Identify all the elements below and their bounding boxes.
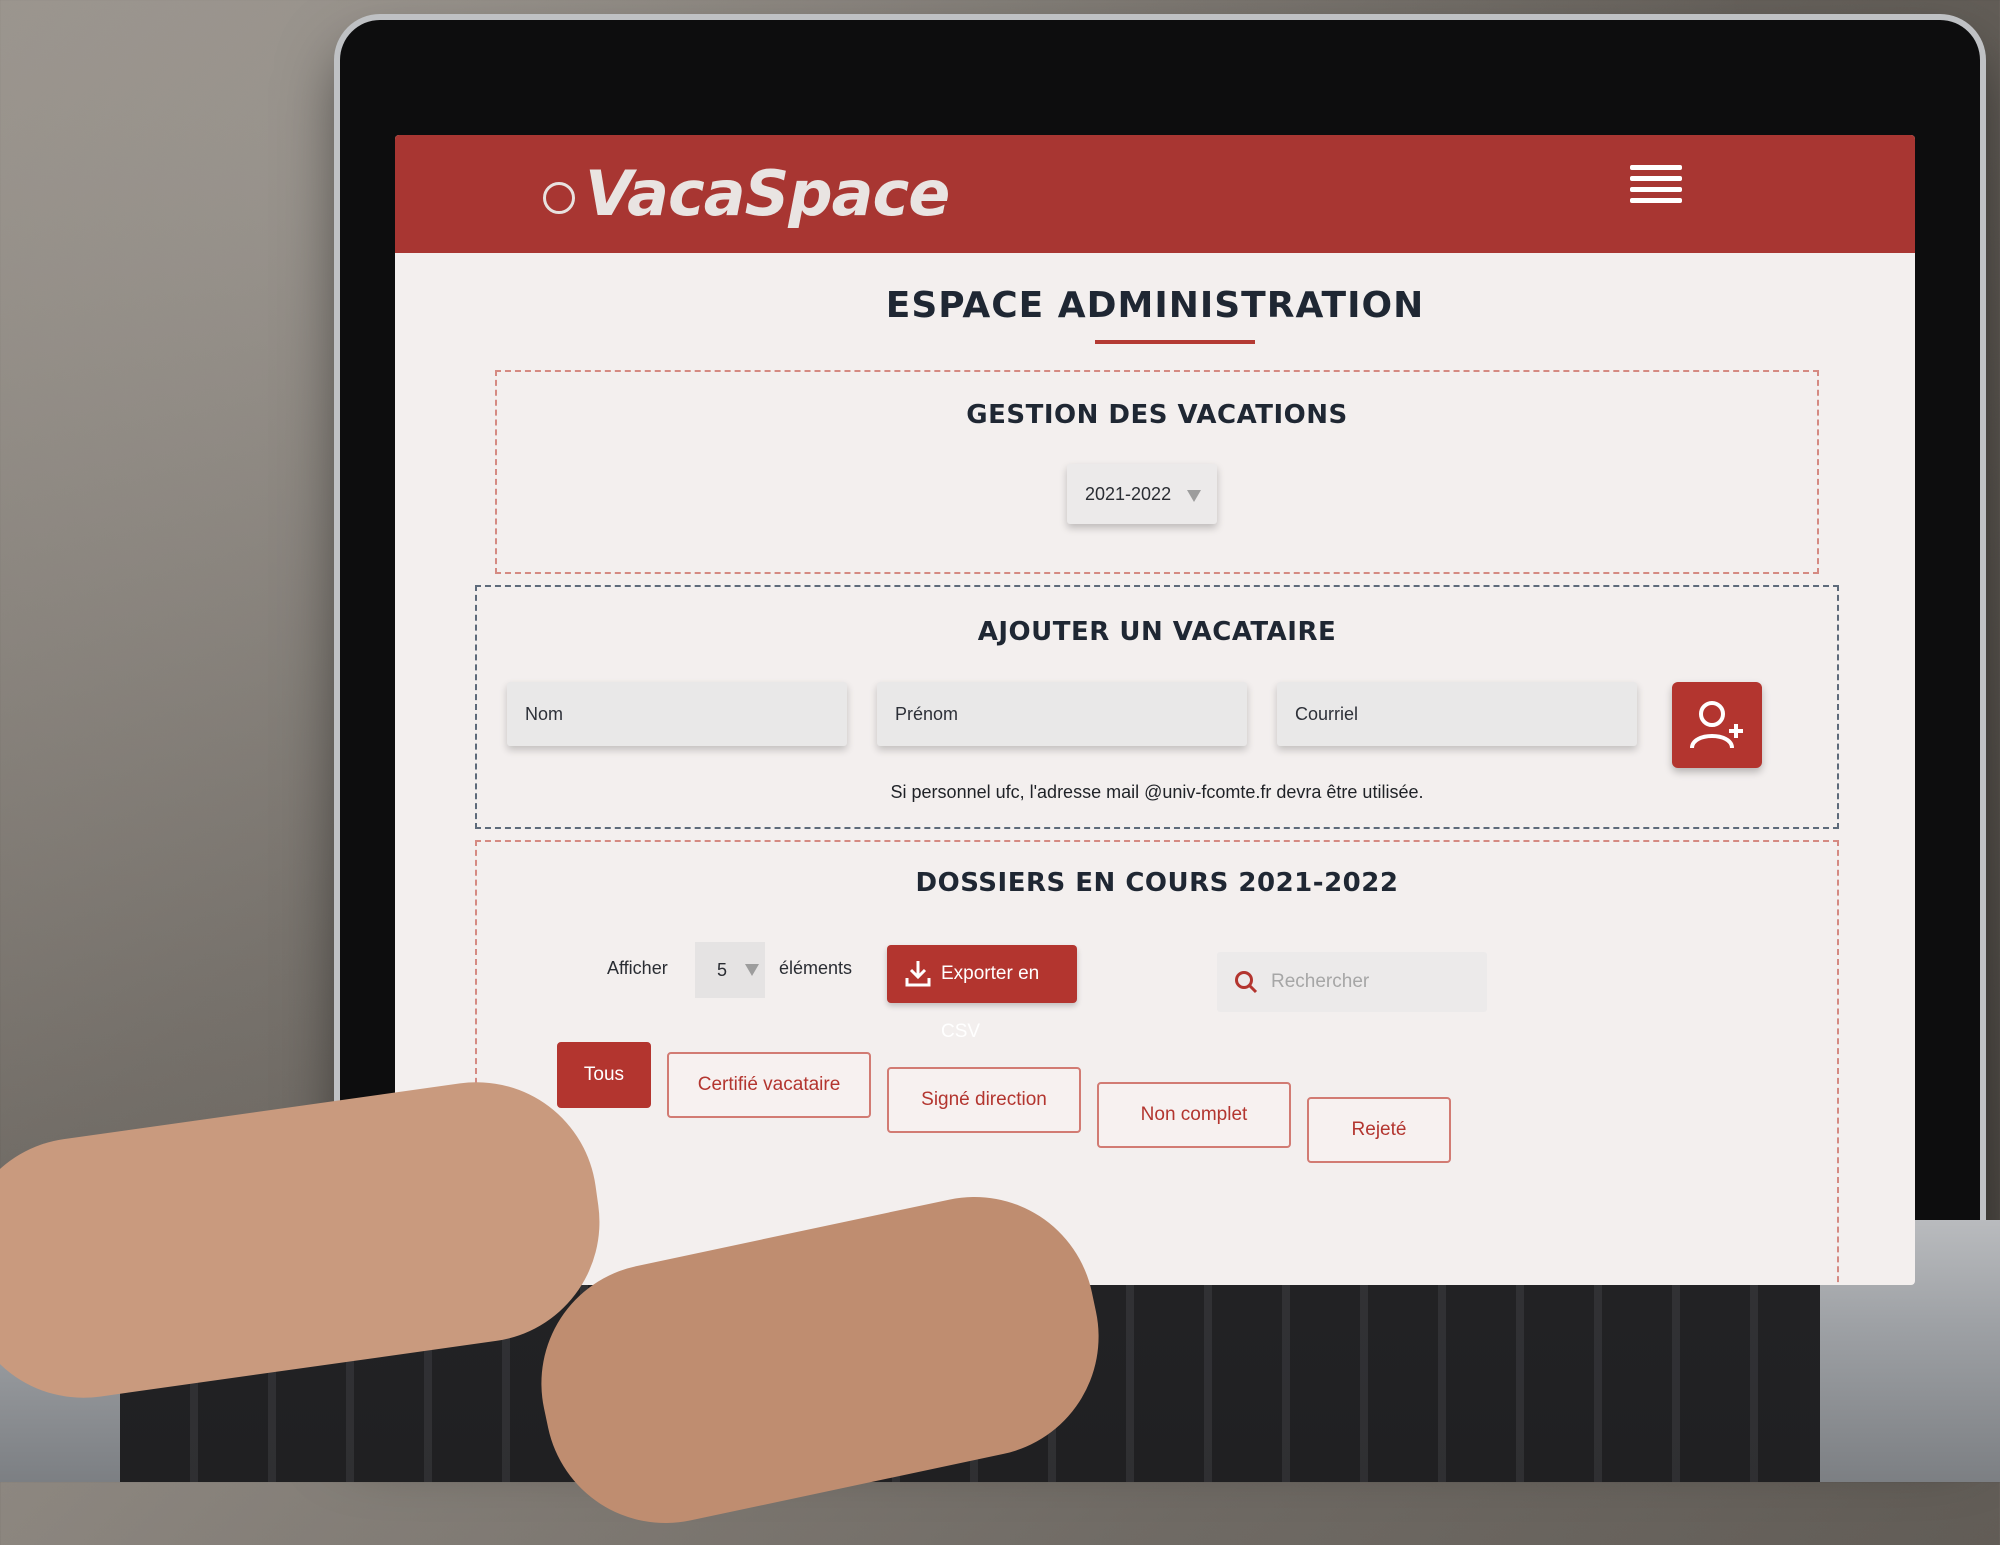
prenom-field[interactable]: Prénom [877, 682, 1247, 746]
section-heading: GESTION DES VACATIONS [966, 400, 1348, 430]
export-csv-button[interactable]: Exporter en CSV [887, 945, 1077, 1042]
section-heading: AJOUTER UN VACATAIRE [977, 617, 1337, 647]
export-csv-label: Exporter en CSV [941, 963, 1040, 1042]
top-navbar: VacaSpace [395, 135, 1915, 253]
page-size-select[interactable]: 5 [695, 942, 765, 998]
add-vacataire-button[interactable] [1672, 682, 1762, 768]
filter-tous[interactable]: Tous [557, 1042, 651, 1108]
year-select[interactable]: 2021-2022 [1067, 464, 1217, 524]
nom-field[interactable]: Nom [507, 682, 847, 746]
section-dossiers-en-cours: DOSSIERS EN COURS 2021-2022 Afficher 5 é… [475, 840, 1839, 1285]
download-icon [905, 961, 931, 987]
courriel-placeholder: Courriel [1295, 704, 1359, 724]
logo-circle-icon [543, 182, 575, 214]
filter-certifie-vacataire[interactable]: Certifié vacataire [667, 1052, 871, 1118]
chevron-down-icon [745, 964, 759, 976]
user-plus-icon [1690, 701, 1743, 749]
prenom-placeholder: Prénom [895, 704, 959, 724]
page-size-value: 5 [717, 960, 728, 980]
title-underline [1095, 340, 1255, 344]
elements-label: éléments [779, 958, 853, 978]
filter-non-complet[interactable]: Non complet [1097, 1082, 1291, 1148]
menu-icon[interactable] [1630, 165, 1682, 215]
email-hint: Si personnel ufc, l'adresse mail @univ-f… [890, 782, 1424, 802]
app-logo[interactable]: VacaSpace [585, 157, 950, 230]
section-gestion-vacations: GESTION DES VACATIONS 2021-2022 [495, 370, 1819, 574]
filter-rejete[interactable]: Rejeté [1307, 1097, 1451, 1163]
filter-signe-direction[interactable]: Signé direction [887, 1067, 1081, 1133]
courriel-field[interactable]: Courriel [1277, 682, 1637, 746]
chevron-down-icon [1187, 490, 1201, 502]
page-title: ESPACE ADMINISTRATION [885, 285, 1425, 326]
app-screen: VacaSpace ESPACE ADMINISTRATION GESTION … [395, 135, 1915, 1285]
afficher-label: Afficher [607, 958, 668, 978]
section-heading: DOSSIERS EN COURS 2021-2022 [915, 868, 1399, 898]
nom-placeholder: Nom [525, 704, 564, 724]
section-ajouter-vacataire: AJOUTER UN VACATAIRE Nom Prénom Courriel… [475, 585, 1839, 829]
search-placeholder: Rechercher [1271, 971, 1370, 992]
search-input[interactable]: Rechercher [1217, 952, 1487, 1012]
search-icon [1235, 971, 1258, 994]
year-select-value: 2021-2022 [1085, 484, 1172, 504]
